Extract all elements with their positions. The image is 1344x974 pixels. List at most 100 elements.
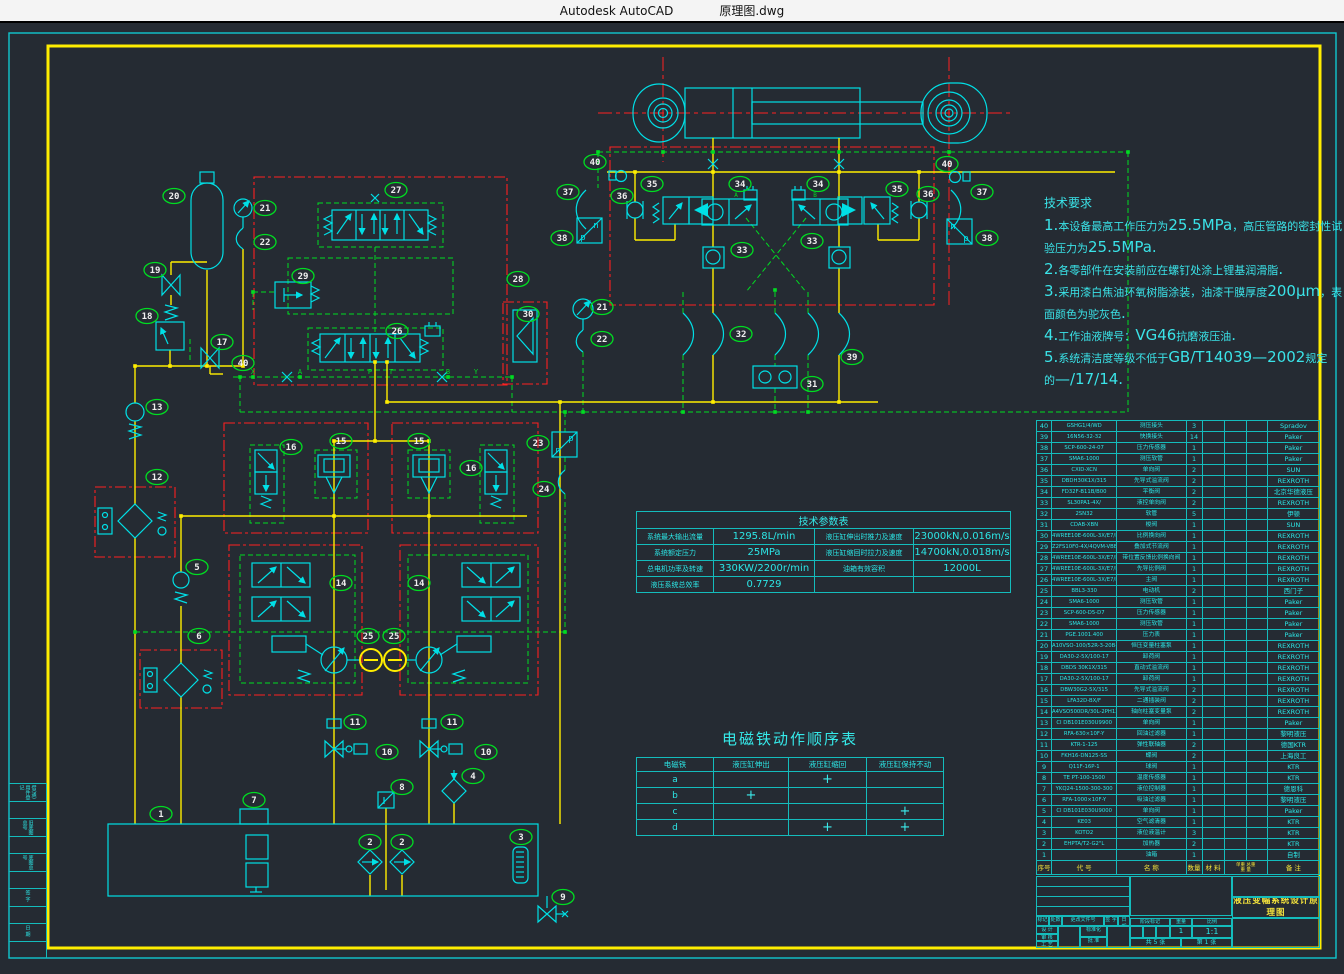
svg-text:16: 16: [466, 464, 477, 474]
svg-text:20: 20: [169, 192, 180, 202]
solenoid-state: [714, 820, 789, 836]
bom-row: 12RFA-630×10F-Y回油过滤器1黎明液压: [1037, 729, 1320, 740]
svg-text:24: 24: [539, 485, 550, 495]
margin-cell: [9, 801, 47, 819]
scale-value: 1:1: [1192, 926, 1232, 938]
bom-row: 274WREE10E-600L-3X/E7/D3先导比例阀1REXROTH: [1037, 564, 1320, 575]
stage-label: 阶段标记: [1130, 918, 1170, 926]
tech-req-line: 的—/17/14.: [1044, 369, 1340, 391]
svg-text:11: 11: [447, 718, 458, 728]
tech-req-line: 1.本设备最高工作压力为25.5MPa，高压管路的密封性试: [1044, 215, 1340, 237]
svg-text:33: 33: [807, 237, 818, 247]
solenoid-name: b: [637, 788, 714, 804]
solenoid-sequence-table: 电磁铁液压缸伸出液压缸缩回液压缸保持不动a+b+c+d++: [636, 757, 944, 836]
svg-text:23: 23: [533, 439, 544, 449]
svg-text:5: 5: [194, 563, 199, 573]
bom-row: 6RFA-1000×10F-Y吸油过滤器1黎明液压: [1037, 795, 1320, 806]
margin-strip: 借(通)用件登记旧底图总号底图总号签 字日 期: [9, 783, 48, 958]
bom-row: 25BBL3-330电动机2西门子: [1037, 586, 1320, 597]
svg-text:9: 9: [560, 893, 565, 903]
bom-row: 304WREE10E-600L-3X/E7/D3比例换向阀1REXROTH: [1037, 531, 1320, 542]
margin-cell: 旧底图总号: [9, 818, 47, 836]
stage-box-2: [1143, 926, 1156, 938]
svg-text:11: 11: [350, 718, 361, 728]
margin-cell: [9, 871, 47, 889]
svg-text:18: 18: [142, 312, 153, 322]
svg-text:34: 34: [813, 180, 824, 190]
bom-row: 16DBW30G2-5X/315先导式溢流阀2REXROTH: [1037, 685, 1320, 696]
solenoid-state: +: [789, 772, 867, 788]
svg-text:36: 36: [923, 190, 934, 200]
svg-text:19: 19: [150, 266, 161, 276]
sheet-total: 共 5 张: [1130, 938, 1181, 948]
drawing-title: 液压变幅系统设计原理图: [1232, 897, 1320, 918]
bom-row: 10FKH16-DN125-SS蝶阀2上海良工: [1037, 751, 1320, 762]
bom-row: 1油箱1自制: [1037, 850, 1320, 861]
bom-row: 36CXID-XCN单向阀2SUN: [1037, 465, 1320, 476]
svg-text:37: 37: [977, 188, 988, 198]
param-value: [914, 577, 1011, 593]
solenoid-name: a: [637, 772, 714, 788]
bom-row: 7YKQ24-1500-300-300液位控制器1德恩科: [1037, 784, 1320, 795]
tech-req-line: 4.工作油液牌号：VG46抗磨液压油.: [1044, 325, 1340, 347]
bom-header-row: 序号代 号名 称数量材 料单重 总重重 量备 注: [1037, 861, 1320, 875]
solenoid-header: 电磁铁: [637, 758, 714, 772]
svg-text:2: 2: [367, 838, 372, 848]
company-cell: [1232, 876, 1320, 897]
bom-row: 24SMA6-1000测压软管1Paker: [1037, 597, 1320, 608]
svg-text:3: 3: [518, 833, 523, 843]
bom-row: 284WREE10E-600L-3X/E7/D3带位置反馈比例换向阀1REXRO…: [1037, 553, 1320, 564]
bom-row: 37SMA6-1000测压软管1Paker: [1037, 454, 1320, 465]
solenoid-header: 液压缸伸出: [714, 758, 789, 772]
standardization-label: 标准化: [1080, 926, 1107, 937]
svg-text:B: B: [813, 192, 817, 199]
stage-box-3: [1156, 926, 1170, 938]
svg-text:40: 40: [238, 359, 249, 369]
bom-row: 17DA30-2-5X/100-17卸荷阀1REXROTH: [1037, 674, 1320, 685]
svg-text:26: 26: [392, 327, 403, 337]
designer-label: 设 计: [1036, 926, 1058, 934]
stage-box-1: [1130, 926, 1143, 938]
bom-row: 35DBDH30K1X/315先导式溢流阀2REXROTH: [1037, 476, 1320, 487]
svg-text:21: 21: [260, 204, 271, 214]
margin-cell: 日 期: [9, 923, 47, 941]
bom-row: 322SN32软管5伊顿: [1037, 509, 1320, 520]
bom-row: 18DBDS 30K1X/315直动式溢流阀1REXROTH: [1037, 663, 1320, 674]
svg-text:13: 13: [152, 403, 163, 413]
param-value: 14700kN,0.018m/s: [914, 545, 1011, 561]
bom-row: 20A10VSO-100/52R-3-20B-M10恒压变量柱塞泵1REXROT…: [1037, 641, 1320, 652]
param-label: 系统最大输出流量: [637, 529, 714, 545]
mark-label: 标记: [1036, 916, 1049, 926]
tech-req-line: 5.系统清洁度等级不低于GB/T14039—2002规定: [1044, 347, 1340, 369]
sign-label: 签 字: [1104, 916, 1118, 926]
svg-text:38: 38: [982, 234, 993, 244]
margin-cell: 底图总号: [9, 853, 47, 871]
bom-row: 4KE03空气滤清器1KTR: [1037, 817, 1320, 828]
tech-req-title: 技术要求: [1044, 194, 1340, 211]
bom-row: 29Z2FS10F0-4X/4QVM-VBB叠加式节流阀1REXROTH: [1037, 542, 1320, 553]
bom-row: 9Q11F-16P-1球阀1KTR: [1037, 762, 1320, 773]
solenoid-state: +: [867, 804, 944, 820]
solenoid-state: +: [867, 820, 944, 836]
solenoid-name: c: [637, 804, 714, 820]
revision-grid: [1036, 876, 1130, 916]
date-label: 日 期: [1118, 916, 1130, 926]
title-block: 液压变幅系统设计原理图 标记 处数 更改文件号 签 字 日 期 设 计 审 核 …: [1036, 876, 1320, 948]
bom-row: 264WREE10E-600L-3X/E7/D3主阀1REXROTH: [1037, 575, 1320, 586]
svg-text:10: 10: [382, 748, 393, 758]
signature-cell-2: [1107, 926, 1130, 948]
svg-text:31: 31: [807, 380, 818, 390]
solenoid-state: +: [714, 788, 789, 804]
param-value: 25MPa: [714, 545, 815, 561]
svg-text:17: 17: [217, 338, 228, 348]
tech-req-line: 验压力为25.5MPa.: [1044, 237, 1340, 259]
param-label: 液压缸缩回时拉力及速度: [815, 545, 914, 561]
svg-text:p: p: [580, 233, 585, 243]
svg-text:15: 15: [336, 437, 347, 447]
tech-params-table: 技术参数表系统最大输出流量1295.8L/min液压缸伸出时推力及速度23000…: [636, 511, 1011, 593]
svg-text:39: 39: [847, 353, 858, 363]
bom-row: 31CDAB-XBN梭阀1SUN: [1037, 520, 1320, 531]
change-doc-label: 更改文件号: [1062, 916, 1104, 926]
svg-text:4: 4: [470, 772, 476, 782]
svg-text:40: 40: [942, 160, 953, 170]
